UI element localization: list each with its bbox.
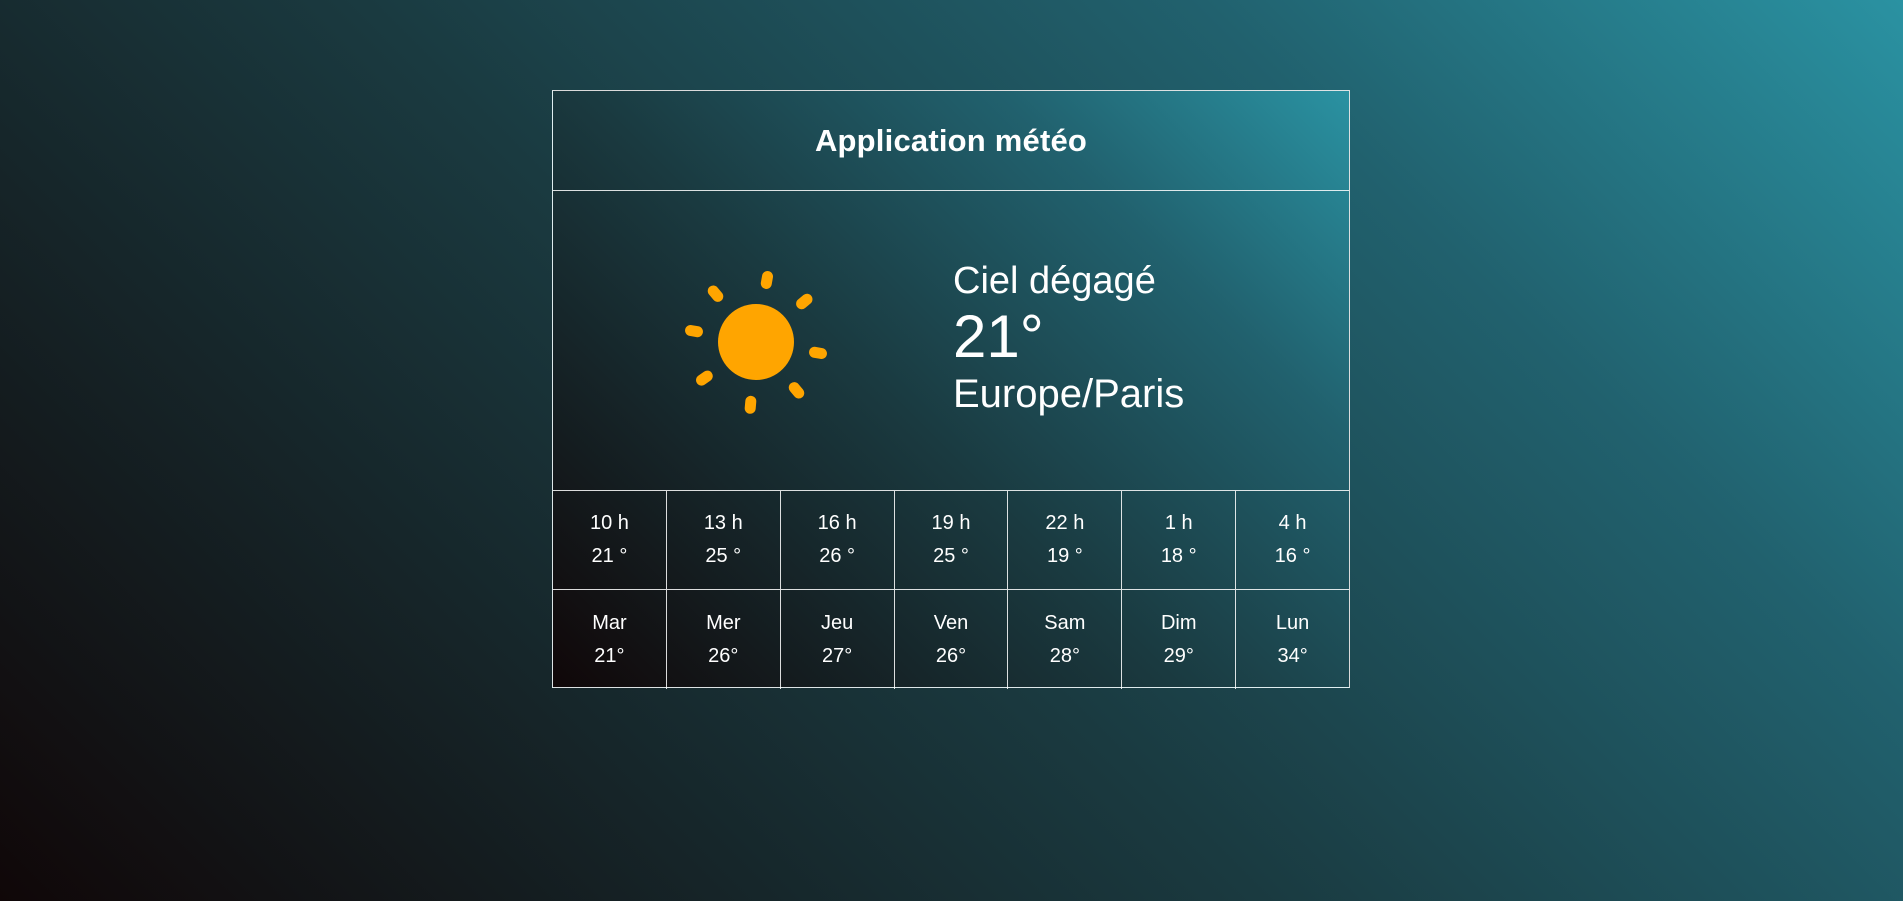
sun-ray xyxy=(796,293,813,310)
sun-ray xyxy=(744,395,757,414)
day-name: Jeu xyxy=(821,611,854,634)
day-temp: 28° xyxy=(1049,644,1080,667)
hour-temp: 25 ° xyxy=(705,545,742,567)
hour-cell: 10 h 21 ° xyxy=(553,491,667,589)
day-temp: 26° xyxy=(708,644,739,667)
hour-time: 1 h xyxy=(1164,512,1193,534)
day-temp: 34° xyxy=(1277,644,1308,667)
day-cell: Ven 26° xyxy=(895,590,1009,689)
hour-cell: 22 h 19 ° xyxy=(1008,491,1123,589)
day-cell: Jeu 27° xyxy=(781,590,895,689)
sun-icon xyxy=(677,263,835,421)
app-title: Application météo xyxy=(814,122,1088,158)
sun-ray xyxy=(809,346,827,360)
day-name: Ven xyxy=(933,611,969,634)
hour-time: 4 h xyxy=(1278,512,1307,534)
hour-time: 22 h xyxy=(1045,512,1085,534)
current-info: Ciel dégagé 21° Europe/Paris xyxy=(953,259,1184,417)
weather-condition: Ciel dégagé xyxy=(953,260,1156,302)
day-name: Sam xyxy=(1044,611,1086,634)
app-header: Application météo xyxy=(553,91,1349,191)
day-cell: Dim 29° xyxy=(1122,590,1237,689)
hour-temp: 21 ° xyxy=(591,545,628,567)
hour-time: 13 h xyxy=(703,512,743,534)
hour-cell: 1 h 18 ° xyxy=(1122,491,1237,589)
hour-cell: 16 h 26 ° xyxy=(781,491,895,589)
current-temperature: 21° xyxy=(953,303,1044,370)
hourly-forecast: 10 h 21 ° 13 h 25 ° 16 h 26 ° 19 h 25 ° … xyxy=(553,491,1349,590)
sun-ray xyxy=(760,271,774,289)
day-temp: 27° xyxy=(822,644,853,667)
hour-temp: 19 ° xyxy=(1046,545,1083,567)
hour-time: 19 h xyxy=(931,512,971,534)
day-cell: Mar 21° xyxy=(553,590,667,689)
hour-temp: 26 ° xyxy=(819,545,856,567)
day-temp: 26° xyxy=(935,644,967,667)
day-cell: Lun 34° xyxy=(1236,590,1349,689)
day-name: Dim xyxy=(1160,611,1197,634)
timezone-label: Europe/Paris xyxy=(953,372,1185,416)
hour-cell: 4 h 16 ° xyxy=(1236,491,1349,589)
sun-ray xyxy=(707,285,724,302)
hour-time: 10 h xyxy=(589,512,629,534)
hour-temp: 18 ° xyxy=(1160,545,1197,567)
hour-cell: 13 h 25 ° xyxy=(667,491,781,589)
day-temp: 29° xyxy=(1163,644,1194,667)
hour-time: 16 h xyxy=(817,512,857,534)
sun-ray xyxy=(788,382,805,399)
day-cell: Mer 26° xyxy=(667,590,781,689)
day-name: Lun xyxy=(1275,611,1310,634)
hour-temp: 16 ° xyxy=(1274,545,1311,567)
weather-app: Application météo Ciel dégagé 21° Europe… xyxy=(552,90,1350,689)
sun-core xyxy=(718,304,794,380)
day-name: Mer xyxy=(706,611,741,634)
hour-temp: 25 ° xyxy=(933,545,969,567)
day-name: Mar xyxy=(592,611,627,634)
day-temp: 21° xyxy=(594,644,625,667)
sun-ray xyxy=(685,324,703,338)
sun-graphic xyxy=(685,271,827,414)
sun-ray xyxy=(696,370,713,386)
current-weather: Ciel dégagé 21° Europe/Paris xyxy=(553,191,1349,491)
daily-forecast: Mar 21° Mer 26° Jeu 27° Ven 26° Sam 28° … xyxy=(553,590,1349,689)
hour-cell: 19 h 25 ° xyxy=(895,491,1009,589)
day-cell: Sam 28° xyxy=(1008,590,1123,689)
